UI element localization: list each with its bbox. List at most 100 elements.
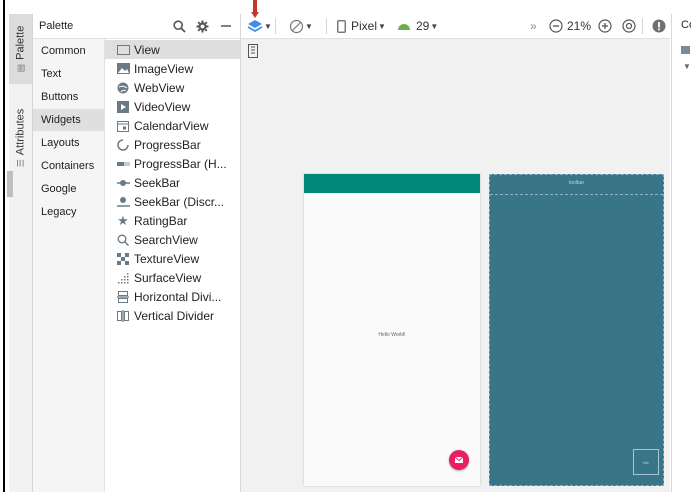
tool-window-strip: ▤ Palette ☰ Attributes	[7, 14, 33, 492]
layout-icon	[681, 46, 690, 54]
palette-tab-icon: ▤	[15, 63, 26, 73]
component-tree-title: Co	[681, 19, 691, 31]
zoom-level: 21%	[567, 19, 592, 33]
fab-button[interactable]	[449, 450, 469, 470]
design-preview[interactable]: Hello World!	[304, 174, 480, 486]
globe-icon	[116, 81, 130, 95]
seekbar-icon	[116, 176, 130, 190]
widget-label: WebView	[134, 80, 185, 95]
warnings-button[interactable]	[652, 14, 666, 38]
widget-imageview[interactable]: ImageView	[105, 59, 240, 78]
widget-label: SeekBar (Discr...	[134, 194, 225, 209]
widget-label: ProgressBar	[134, 137, 201, 152]
orientation-button[interactable]: ▼	[289, 14, 313, 38]
widget-webview[interactable]: WebView	[105, 78, 240, 97]
zoom-out-icon	[549, 19, 563, 33]
category-google[interactable]: Google	[33, 178, 104, 200]
widget-label: SeekBar	[134, 175, 181, 190]
calendar-icon	[116, 119, 130, 133]
widget-label: Vertical Divider	[134, 308, 215, 323]
warning-icon	[652, 19, 666, 33]
widget-searchview[interactable]: SearchView	[105, 230, 240, 249]
sliders-icon: ☰	[15, 159, 26, 168]
layers-icon	[247, 20, 263, 33]
category-widgets[interactable]: Widgets	[33, 109, 104, 131]
tab-palette[interactable]: ▤ Palette	[9, 14, 32, 84]
blueprint-fab[interactable]: fab	[633, 449, 659, 475]
search-icon[interactable]	[170, 16, 188, 36]
minimize-icon[interactable]	[217, 16, 235, 36]
widget-label: CalendarView	[134, 118, 209, 133]
zoom-out-button[interactable]	[549, 14, 563, 38]
chevron-down-icon: ▼	[305, 21, 313, 31]
expand-arrow-icon[interactable]: ▼	[683, 62, 691, 71]
category-layouts[interactable]: Layouts	[33, 132, 104, 154]
zoom-to-fit-button[interactable]	[622, 14, 636, 38]
zoom-in-icon	[598, 19, 612, 33]
gear-icon[interactable]	[193, 16, 211, 36]
widget-view[interactable]: View	[105, 40, 240, 59]
component-tree-toggle[interactable]	[248, 44, 258, 61]
category-containers[interactable]: Containers	[33, 155, 104, 177]
category-buttons[interactable]: Buttons	[33, 86, 104, 108]
widget-seekbar[interactable]: SeekBar	[105, 173, 240, 192]
app-bar[interactable]	[304, 174, 480, 193]
image-icon	[116, 62, 130, 76]
widget-videoview[interactable]: VideoView	[105, 97, 240, 116]
widget-label: Horizontal Divi...	[134, 289, 222, 304]
palette-categories: Common Text Buttons Widgets Layouts Cont…	[33, 39, 105, 492]
tab-palette-label: Palette	[14, 25, 27, 60]
phone-icon	[337, 19, 346, 33]
widget-progressbar[interactable]: ProgressBar	[105, 135, 240, 154]
view-icon	[116, 43, 130, 57]
widget-label: RatingBar	[134, 213, 188, 228]
texture-icon	[116, 252, 130, 266]
api-level-label: 29	[416, 19, 430, 33]
annotation-arrow-icon	[251, 0, 259, 18]
blueprint-app-bar[interactable]: toolbar	[490, 175, 663, 195]
palette-panel: Palette Common Text Buttons Widgets Layo…	[33, 14, 241, 492]
chevron-down-icon: ▼	[378, 21, 386, 31]
rotate-icon	[289, 19, 304, 33]
zoom-fit-icon	[622, 19, 636, 33]
toolbar-separator	[642, 18, 643, 34]
strip-marker	[7, 171, 13, 197]
chevron-down-icon: ▼	[264, 21, 272, 31]
component-tree-panel: Co ▼	[671, 14, 691, 492]
widget-surfaceview[interactable]: SurfaceView	[105, 268, 240, 287]
widget-label: ProgressBar (H...	[134, 156, 227, 171]
category-legacy[interactable]: Legacy	[33, 201, 104, 223]
design-toolbar: ▼ ▼ Pixel ▼ 29 ▼ » 21%	[241, 14, 670, 39]
video-icon	[116, 100, 130, 114]
mail-icon	[455, 457, 463, 463]
zoom-in-button[interactable]	[598, 14, 612, 38]
widget-label: SearchView	[134, 232, 198, 247]
progress-circle-icon	[116, 138, 130, 152]
device-label: Pixel	[351, 19, 378, 33]
widget-ratingbar[interactable]: ★ RatingBar	[105, 211, 240, 230]
android-icon	[398, 24, 410, 30]
widget-label: TextureView	[134, 251, 200, 266]
toolbar-separator	[326, 18, 327, 34]
surface-icon	[116, 271, 130, 285]
widget-horizontal-divider[interactable]: Horizontal Divi...	[105, 287, 240, 306]
more-toolbar-button[interactable]: »	[530, 14, 537, 38]
widget-textureview[interactable]: TextureView	[105, 249, 240, 268]
category-common[interactable]: Common	[33, 40, 104, 62]
device-selector[interactable]: Pixel ▼	[337, 14, 386, 38]
palette-widget-list: View ImageView WebView VideoView Calenda…	[105, 39, 240, 492]
widget-progressbar-horizontal[interactable]: ProgressBar (H...	[105, 154, 240, 173]
widget-calendarview[interactable]: CalendarView	[105, 116, 240, 135]
widget-label: VideoView	[134, 99, 191, 114]
api-level-selector[interactable]: 29 ▼	[397, 14, 438, 38]
toolbar-separator	[275, 18, 276, 34]
tab-attributes-label: Attributes	[14, 108, 27, 156]
widget-seekbar-discrete[interactable]: SeekBar (Discr...	[105, 192, 240, 211]
widget-vertical-divider[interactable]: Vertical Divider	[105, 306, 240, 325]
category-text[interactable]: Text	[33, 63, 104, 85]
hello-world-text[interactable]: Hello World!	[304, 332, 480, 338]
blueprint-preview[interactable]: toolbar fab	[489, 174, 664, 486]
progress-horizontal-icon	[116, 157, 130, 171]
vertical-divider-icon	[116, 309, 130, 323]
widget-label: View	[134, 42, 160, 57]
